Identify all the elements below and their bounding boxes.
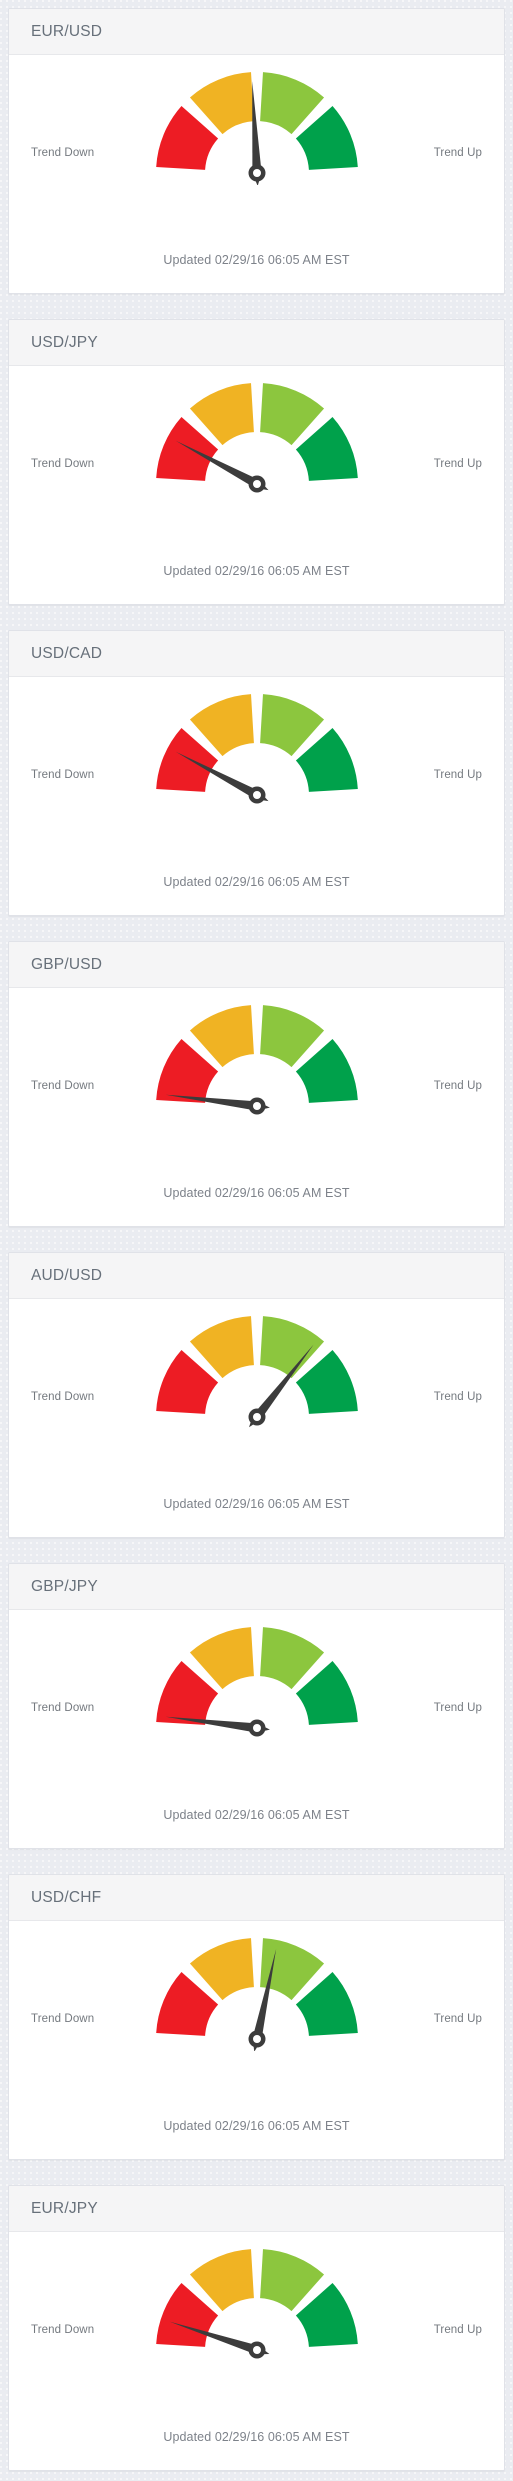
trend-up-label: Trend Up bbox=[433, 2013, 482, 2025]
currency-pair-card-eur-usd: EUR/USD Trend Down Trend Up Updated 02/2… bbox=[8, 8, 505, 294]
gauge-row: Trend Down Trend Up bbox=[9, 677, 504, 877]
updated-timestamp: Updated 02/29/16 06:05 AM EST bbox=[163, 875, 350, 889]
gauge-row: Trend Down Trend Up bbox=[9, 2232, 504, 2432]
card-body: Trend Down Trend Up Updated 02/29/16 06:… bbox=[9, 1299, 504, 1537]
gauge-hub-center bbox=[252, 1102, 261, 1110]
card-body: Trend Down Trend Up Updated 02/29/16 06:… bbox=[9, 988, 504, 1226]
card-header: EUR/JPY bbox=[9, 2186, 504, 2232]
trend-gauge-usd-chf bbox=[149, 1933, 365, 2051]
currency-pair-card-usd-cad: USD/CAD Trend Down Trend Up Updated 02/2… bbox=[8, 630, 505, 916]
card-header: USD/CHF bbox=[9, 1875, 504, 1921]
updated-timestamp: Updated 02/29/16 06:05 AM EST bbox=[163, 1497, 350, 1511]
gauge-hub-center bbox=[252, 1724, 261, 1732]
gauge-svg bbox=[155, 1627, 358, 1737]
card-title: USD/CHF bbox=[31, 1888, 102, 1906]
currency-pair-card-gbp-jpy: GBP/JPY Trend Down Trend Up Updated 02/2… bbox=[8, 1563, 505, 1849]
trend-gauge-usd-cad bbox=[149, 689, 365, 807]
card-body: Trend Down Trend Up Updated 02/29/16 06:… bbox=[9, 55, 504, 293]
gauge-svg bbox=[155, 694, 358, 804]
gauge-svg bbox=[155, 2249, 358, 2359]
trend-down-label: Trend Down bbox=[31, 147, 95, 159]
card-title: USD/JPY bbox=[31, 333, 98, 351]
gauge-svg bbox=[155, 1938, 358, 2051]
card-header: AUD/USD bbox=[9, 1253, 504, 1299]
card-body: Trend Down Trend Up Updated 02/29/16 06:… bbox=[9, 677, 504, 915]
card-header: GBP/USD bbox=[9, 942, 504, 988]
trend-up-label: Trend Up bbox=[433, 2324, 482, 2336]
gauge-hub-center bbox=[252, 791, 261, 799]
card-title: USD/CAD bbox=[31, 644, 103, 662]
updated-timestamp: Updated 02/29/16 06:05 AM EST bbox=[163, 1186, 350, 1200]
trend-up-label: Trend Up bbox=[433, 147, 482, 159]
updated-timestamp: Updated 02/29/16 06:05 AM EST bbox=[163, 1808, 350, 1822]
card-title: GBP/JPY bbox=[31, 1577, 98, 1595]
trend-up-label: Trend Up bbox=[433, 1702, 482, 1714]
gauge-row: Trend Down Trend Up bbox=[9, 1299, 504, 1499]
currency-pair-card-eur-jpy: EUR/JPY Trend Down Trend Up Updated 02/2… bbox=[8, 2185, 505, 2471]
trend-down-label: Trend Down bbox=[31, 2013, 95, 2025]
card-body: Trend Down Trend Up Updated 02/29/16 06:… bbox=[9, 1921, 504, 2159]
trend-up-label: Trend Up bbox=[433, 769, 482, 781]
gauge-svg bbox=[155, 72, 358, 185]
gauge-row: Trend Down Trend Up bbox=[9, 366, 504, 566]
updated-timestamp: Updated 02/29/16 06:05 AM EST bbox=[163, 2119, 350, 2133]
trend-down-label: Trend Down bbox=[31, 769, 95, 781]
card-header: GBP/JPY bbox=[9, 1564, 504, 1610]
trend-up-label: Trend Up bbox=[433, 458, 482, 470]
card-title: AUD/USD bbox=[31, 1266, 103, 1284]
gauge-hub-center bbox=[252, 169, 261, 177]
gauge-svg bbox=[155, 1005, 358, 1115]
gauge-dashboard: EUR/USD Trend Down Trend Up Updated 02/2… bbox=[0, 0, 513, 2481]
updated-timestamp: Updated 02/29/16 06:05 AM EST bbox=[163, 253, 350, 267]
trend-down-label: Trend Down bbox=[31, 1080, 95, 1092]
trend-gauge-gbp-jpy bbox=[149, 1622, 365, 1740]
trend-down-label: Trend Down bbox=[31, 2324, 95, 2336]
currency-pair-card-aud-usd: AUD/USD Trend Down Trend Up Updated 02/2… bbox=[8, 1252, 505, 1538]
gauge-row: Trend Down Trend Up bbox=[9, 988, 504, 1188]
trend-up-label: Trend Up bbox=[433, 1391, 482, 1403]
card-header: USD/JPY bbox=[9, 320, 504, 366]
card-body: Trend Down Trend Up Updated 02/29/16 06:… bbox=[9, 2232, 504, 2470]
trend-gauge-gbp-usd bbox=[149, 1000, 365, 1118]
currency-pair-card-usd-chf: USD/CHF Trend Down Trend Up Updated 02/2… bbox=[8, 1874, 505, 2160]
trend-down-label: Trend Down bbox=[31, 1391, 95, 1403]
gauge-hub-center bbox=[252, 1413, 261, 1421]
gauge-hub-center bbox=[252, 2346, 261, 2354]
card-title: EUR/USD bbox=[31, 22, 103, 40]
gauge-svg bbox=[155, 383, 358, 493]
gauge-hub-center bbox=[252, 480, 261, 488]
gauge-row: Trend Down Trend Up bbox=[9, 55, 504, 255]
card-header: EUR/USD bbox=[9, 9, 504, 55]
trend-down-label: Trend Down bbox=[31, 1702, 95, 1714]
card-title: GBP/USD bbox=[31, 955, 103, 973]
gauge-row: Trend Down Trend Up bbox=[9, 1921, 504, 2121]
gauge-svg bbox=[155, 1316, 358, 1428]
currency-pair-card-usd-jpy: USD/JPY Trend Down Trend Up Updated 02/2… bbox=[8, 319, 505, 605]
gauge-hub-center bbox=[252, 2035, 261, 2043]
updated-timestamp: Updated 02/29/16 06:05 AM EST bbox=[163, 564, 350, 578]
trend-up-label: Trend Up bbox=[433, 1080, 482, 1092]
trend-gauge-eur-jpy bbox=[149, 2244, 365, 2362]
gauge-row: Trend Down Trend Up bbox=[9, 1610, 504, 1810]
currency-pair-card-gbp-usd: GBP/USD Trend Down Trend Up Updated 02/2… bbox=[8, 941, 505, 1227]
trend-gauge-eur-usd bbox=[149, 67, 365, 185]
card-header: USD/CAD bbox=[9, 631, 504, 677]
trend-gauge-aud-usd bbox=[149, 1311, 365, 1429]
card-body: Trend Down Trend Up Updated 02/29/16 06:… bbox=[9, 366, 504, 604]
trend-down-label: Trend Down bbox=[31, 458, 95, 470]
card-body: Trend Down Trend Up Updated 02/29/16 06:… bbox=[9, 1610, 504, 1848]
updated-timestamp: Updated 02/29/16 06:05 AM EST bbox=[163, 2430, 350, 2444]
card-title: EUR/JPY bbox=[31, 2199, 98, 2217]
trend-gauge-usd-jpy bbox=[149, 378, 365, 496]
